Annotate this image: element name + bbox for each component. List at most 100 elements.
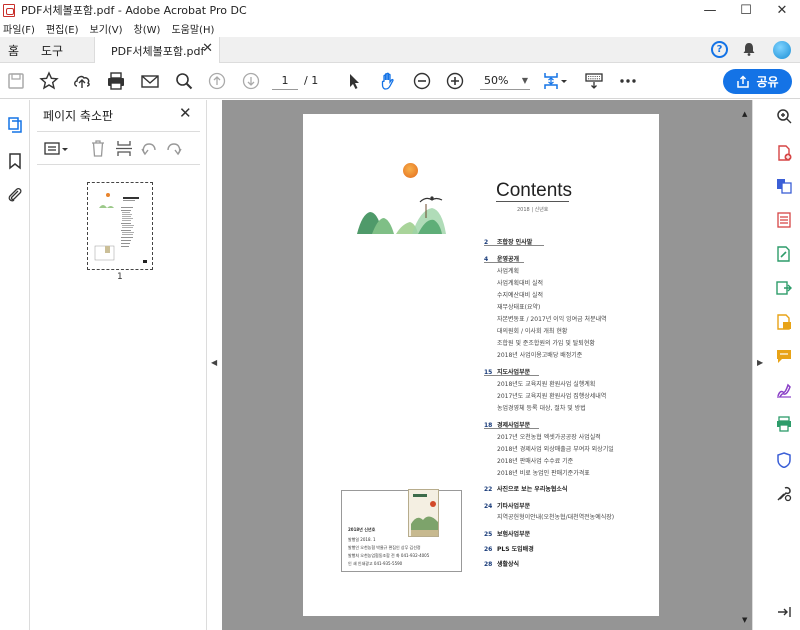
keyboard-icon[interactable] xyxy=(584,71,604,91)
page-thumbnail[interactable] xyxy=(87,182,153,270)
create-pdf-icon[interactable] xyxy=(776,145,792,161)
scan-ocr-icon[interactable] xyxy=(776,314,792,330)
share-button[interactable]: 공유 xyxy=(723,69,792,94)
zoom-in-icon[interactable] xyxy=(445,71,465,91)
window-title: PDF서체볼포함.pdf - Adobe Acrobat Pro DC xyxy=(21,4,247,17)
minimize-button[interactable]: — xyxy=(692,0,728,20)
bookmark-star-icon[interactable] xyxy=(39,71,59,91)
vertical-scrollbar[interactable]: ▲ ▼ xyxy=(739,100,752,630)
more-tools-icon[interactable] xyxy=(776,486,792,502)
help-icon[interactable]: ? xyxy=(711,41,728,58)
comment-icon[interactable] xyxy=(776,348,792,364)
zoom-out-icon[interactable] xyxy=(412,71,432,91)
page-thumbnails-icon[interactable] xyxy=(6,116,24,134)
toc-section[interactable]: 25 보험사업부문 xyxy=(484,529,530,538)
toc-item: 2018년 사업이용고배당 배정기준 xyxy=(497,352,583,359)
imprint-line: 발행일 2018. 1 xyxy=(348,537,376,542)
sun-illustration xyxy=(403,163,418,178)
toc-section[interactable]: 22 사진으로 보는 우리농협소식 xyxy=(484,484,567,493)
toc-divider xyxy=(484,245,544,246)
menu-bar: 파일(F) 편집(E) 보기(V) 창(W) 도움말(H) xyxy=(0,20,800,37)
menu-window[interactable]: 창(W) xyxy=(134,21,161,36)
options-menu-icon[interactable] xyxy=(43,140,71,158)
toc-section[interactable]: 28 생활상식 xyxy=(484,559,519,568)
imprint-box: 2018년 신년호 발행일 2018. 1 발행인 오천농협 박물규 편집인 상… xyxy=(341,489,462,572)
export-pdf-icon[interactable] xyxy=(776,280,792,296)
rotate-clockwise-icon[interactable] xyxy=(165,140,183,158)
toc-heading: 생활상식 xyxy=(497,561,520,568)
toc-item: 2018년 경제사업 외상매출금 부여자 외상기일 xyxy=(497,446,614,453)
tab-document[interactable]: PDF서체볼포함.pdf ✕ xyxy=(94,37,220,63)
toc-item: 2017년 오천농협 엑셋가공공장 사업실적 xyxy=(497,434,601,441)
toc-item: 사업계획대비 실적 xyxy=(497,280,544,287)
menu-view[interactable]: 보기(V) xyxy=(90,21,123,36)
toc-section[interactable]: 26 PLS 도입배경 xyxy=(484,544,534,553)
organize-pages-icon[interactable] xyxy=(776,212,792,228)
toc-heading: 기타사업부문 xyxy=(497,503,531,510)
delete-page-icon[interactable] xyxy=(89,139,107,158)
tab-tools[interactable]: 도구 xyxy=(41,42,63,59)
search-icon[interactable] xyxy=(174,71,194,91)
avatar[interactable] xyxy=(773,41,791,59)
close-tab-icon[interactable]: ✕ xyxy=(202,41,213,56)
chevron-left-icon: ◀ xyxy=(211,358,218,367)
zoom-tool-icon[interactable] xyxy=(776,108,792,124)
page-display-icon[interactable] xyxy=(542,71,570,91)
close-window-button[interactable]: ✕ xyxy=(764,0,800,20)
bell-icon[interactable] xyxy=(741,41,757,57)
expand-rail-icon[interactable] xyxy=(776,604,792,620)
fill-sign-icon[interactable] xyxy=(776,382,792,398)
bookmark-icon[interactable] xyxy=(6,152,24,170)
toc-item: 재무상태표(요약) xyxy=(497,304,541,311)
toc-item: 대의원회 / 이사회 개최 현황 xyxy=(497,328,568,335)
collapse-left-panel[interactable]: ◀ xyxy=(207,100,222,630)
close-panel-icon[interactable]: ✕ xyxy=(179,104,192,122)
toc-heading: PLS 도입배경 xyxy=(497,546,534,553)
menu-help[interactable]: 도움말(H) xyxy=(171,21,214,36)
save-icon[interactable] xyxy=(6,71,26,91)
hand-tool-icon[interactable] xyxy=(378,71,398,91)
magazine-cover-image xyxy=(408,489,439,537)
maximize-button[interactable]: ☐ xyxy=(728,0,764,20)
toc-item: 지역공헌형이안내(오천농협/대천역전농예식장) xyxy=(497,514,615,521)
protect-shield-icon[interactable] xyxy=(776,452,792,468)
cover-art xyxy=(411,494,438,536)
contents-subtitle: 2018 | 신년호 xyxy=(517,207,549,213)
combine-files-icon[interactable] xyxy=(776,178,792,194)
page-number-input[interactable]: 1 xyxy=(272,72,298,90)
print-production-icon[interactable] xyxy=(776,416,792,432)
next-page-icon[interactable] xyxy=(241,71,261,91)
thumbnail-page-number: 1 xyxy=(117,272,123,282)
email-icon[interactable] xyxy=(140,71,160,91)
tab-home[interactable]: 홈 xyxy=(8,42,19,59)
cloud-upload-icon[interactable] xyxy=(72,71,92,91)
insert-page-icon[interactable] xyxy=(115,139,133,158)
print-icon[interactable] xyxy=(106,71,126,91)
collapse-right-panel[interactable]: ▶ xyxy=(752,100,767,630)
panel-title: 페이지 축소판 xyxy=(43,109,114,123)
chevron-down-icon: ▼ xyxy=(521,76,528,85)
select-cursor-icon[interactable] xyxy=(344,71,364,91)
more-options-icon[interactable] xyxy=(618,71,638,91)
menu-file[interactable]: 파일(F) xyxy=(3,21,35,36)
tab-bar: 홈 도구 PDF서체볼포함.pdf ✕ ? xyxy=(0,37,800,63)
toc-item: 2018년 판매사업 수수료 기준 xyxy=(497,458,574,465)
toc-page-number: 25 xyxy=(484,531,493,538)
toc-item: 2018년도 교육지원 환원사업 실행계획 xyxy=(497,381,596,388)
toc-heading: 보험사업부문 xyxy=(497,531,531,538)
scroll-down-icon[interactable]: ▼ xyxy=(742,616,747,624)
toc-divider xyxy=(484,428,539,429)
toc-item: 2017년도 교육지원 환원사업 집행상세내역 xyxy=(497,393,607,400)
toc-section[interactable]: 24 기타사업부문 xyxy=(484,501,530,510)
edit-pdf-icon[interactable] xyxy=(776,246,792,262)
attachment-icon[interactable] xyxy=(6,186,24,204)
toc-page-number: 26 xyxy=(484,546,493,553)
menu-edit[interactable]: 편집(E) xyxy=(46,21,79,36)
zoom-value: 50% xyxy=(484,74,509,87)
landscape-illustration xyxy=(357,196,446,234)
previous-page-icon[interactable] xyxy=(207,71,227,91)
zoom-select[interactable]: 50% ▼ xyxy=(480,72,530,90)
share-icon xyxy=(737,74,750,88)
rotate-counterclockwise-icon[interactable] xyxy=(140,140,158,158)
scroll-up-icon[interactable]: ▲ xyxy=(742,110,747,118)
